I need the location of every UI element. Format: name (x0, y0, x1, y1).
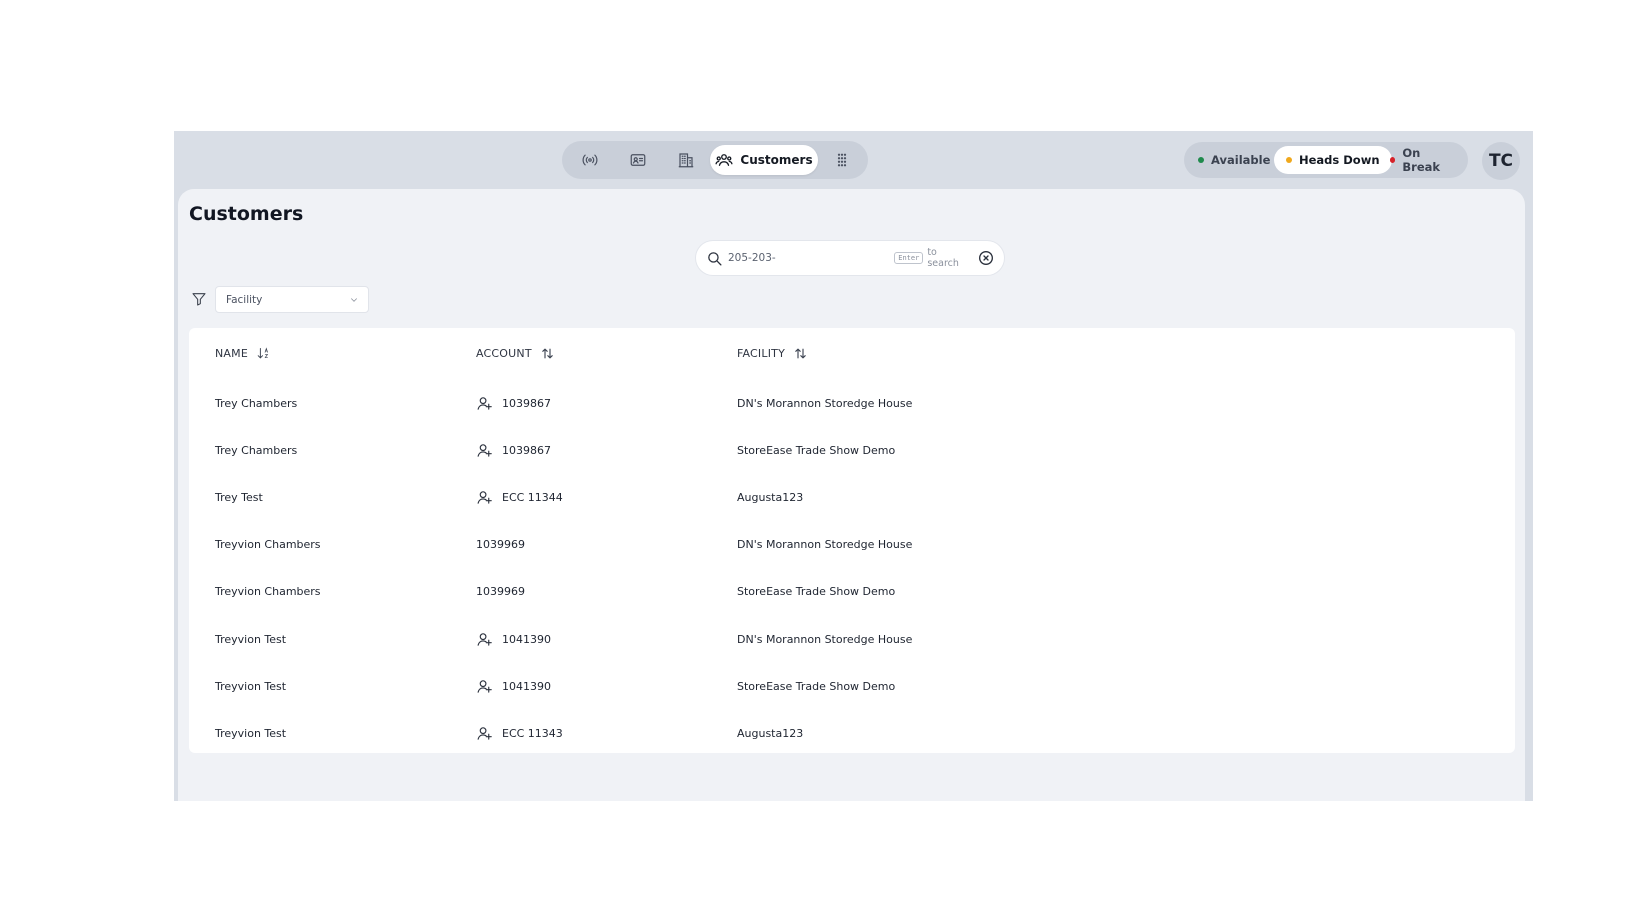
table-row[interactable]: Trey Test ECC 11344 Augusta123 (189, 474, 1515, 521)
customers-page: Customers 205-203- Enter to search Facil… (178, 189, 1525, 801)
table-row[interactable]: Trey Chambers 1039867 StoreEase Trade Show… (189, 427, 1515, 474)
user-avatar[interactable]: TC (1482, 142, 1520, 180)
chevron-down-icon (351, 297, 357, 302)
cell-account-value: 1039969 (476, 538, 525, 552)
cell-facility: DN's Morannon Storedge House (737, 397, 913, 410)
status-heads-down-button[interactable]: Heads Down (1274, 146, 1392, 174)
user-plus-icon (477, 679, 492, 693)
status-selector: Available Heads Down On Break (1184, 142, 1468, 178)
status-heads-down-label: Heads Down (1299, 153, 1380, 167)
cell-facility: Augusta123 (737, 491, 804, 505)
facility-filter-label: Facility (226, 293, 263, 306)
cell-account: 1039969 (476, 521, 525, 568)
page-title: Customers (189, 203, 304, 225)
user-plus-icon (477, 444, 492, 457)
cell-account: 1039969 (476, 568, 525, 615)
cell-account: 1041390 (476, 663, 551, 710)
cell-account-value: 1039867 (502, 397, 551, 410)
cell-account-value: 1041390 (502, 679, 551, 693)
users-icon (715, 154, 733, 166)
user-plus-icon (477, 726, 492, 740)
filter-icon (192, 293, 206, 306)
facility-filter-select[interactable]: Facility (215, 286, 369, 313)
cell-account: ECC 11344 (476, 474, 563, 521)
status-available-button[interactable]: Available (1186, 146, 1282, 174)
cell-facility: DN's Morannon Storedge House (737, 632, 913, 646)
nav-customers-label: Customers (740, 153, 813, 167)
close-circle-icon (979, 251, 993, 265)
status-available-dot (1198, 157, 1204, 163)
cell-account: ECC 11343 (476, 710, 563, 757)
cell-name: Treyvion Chambers (215, 585, 321, 599)
cell-facility: DN's Morannon Storedge House (737, 538, 913, 552)
clear-search-button[interactable] (978, 250, 994, 266)
cell-account: 1039867 (476, 380, 551, 427)
id-card-icon (630, 154, 646, 166)
cell-account-value: 1039969 (476, 585, 525, 599)
status-on-break-button[interactable]: On Break (1378, 146, 1468, 174)
column-header-facility[interactable]: FACILITY (737, 346, 808, 361)
grid-dots-icon (837, 153, 847, 167)
building-icon (678, 153, 694, 168)
cell-name: Treyvion Test (215, 726, 287, 740)
table-row[interactable]: Treyvion Test ECC 11343 Augusta123 (189, 710, 1515, 757)
cell-name: Trey Chambers (215, 397, 298, 410)
main-nav: Customers (562, 141, 868, 179)
cell-facility: Augusta123 (737, 726, 804, 740)
nav-customers-button[interactable]: Customers (710, 145, 818, 175)
enter-key-hint: Enter (894, 252, 924, 264)
column-header-name-label: NAME (215, 347, 248, 360)
column-header-name[interactable]: NAME (215, 346, 271, 361)
table-row[interactable]: Treyvion Chambers 1039969 StoreEase Trade … (189, 568, 1515, 615)
cell-facility: StoreEase Trade Show Demo (737, 679, 896, 693)
sort-alpha-icon (257, 347, 269, 359)
cell-account-value: ECC 11344 (502, 491, 563, 505)
user-plus-icon (477, 397, 492, 410)
cell-facility: StoreEase Trade Show Demo (737, 444, 896, 458)
user-plus-icon (477, 632, 492, 646)
search-box[interactable]: 205-203- Enter to search (696, 241, 1004, 275)
cell-account: 1041390 (476, 616, 551, 663)
nav-apps-button[interactable] (822, 145, 862, 175)
app-window: Customers Available Heads Down On Break … (174, 131, 1533, 801)
sort-arrows-icon (542, 348, 553, 359)
search-input[interactable]: 205-203- (728, 252, 894, 264)
cell-name: Treyvion Test (215, 632, 287, 646)
column-header-facility-label: FACILITY (737, 347, 785, 360)
customers-table: NAME ACCOUNT FACILITY Trey Chambers 1039… (189, 328, 1515, 753)
nav-broadcast-button[interactable] (570, 145, 610, 175)
status-on-break-dot (1390, 157, 1396, 163)
status-heads-down-dot (1286, 157, 1292, 163)
column-header-account[interactable]: ACCOUNT (476, 346, 555, 361)
cell-name: Treyvion Test (215, 679, 287, 693)
table-row[interactable]: Treyvion Test 1041390 StoreEase Trade Show… (189, 663, 1515, 710)
top-bar: Customers Available Heads Down On Break … (174, 131, 1533, 189)
cell-account-value: 1041390 (502, 632, 551, 646)
sort-arrows-icon (795, 348, 806, 359)
nav-id-card-button[interactable] (618, 145, 658, 175)
cell-account-value: 1039867 (502, 444, 551, 458)
search-hint: to search (927, 247, 959, 269)
status-available-label: Available (1211, 153, 1271, 167)
cell-name: Trey Chambers (215, 444, 298, 458)
cell-account-value: ECC 11343 (502, 726, 563, 740)
table-row[interactable]: Treyvion Test 1041390 DN's Morannon Stored… (189, 616, 1515, 663)
table-row[interactable]: Trey Chambers 1039867 DN's Morannon Stored… (189, 380, 1515, 427)
broadcast-icon (582, 154, 598, 166)
table-row[interactable]: Treyvion Chambers 1039969 DN's Morannon St… (189, 521, 1515, 568)
user-plus-icon (477, 491, 492, 504)
cell-account: 1039867 (476, 427, 551, 474)
cell-name: Trey Test (215, 491, 263, 505)
search-icon (708, 251, 722, 266)
nav-building-button[interactable] (666, 145, 706, 175)
column-header-account-label: ACCOUNT (476, 347, 532, 360)
status-on-break-label: On Break (1402, 146, 1441, 174)
cell-facility: StoreEase Trade Show Demo (737, 585, 896, 599)
cell-name: Treyvion Chambers (215, 538, 321, 552)
